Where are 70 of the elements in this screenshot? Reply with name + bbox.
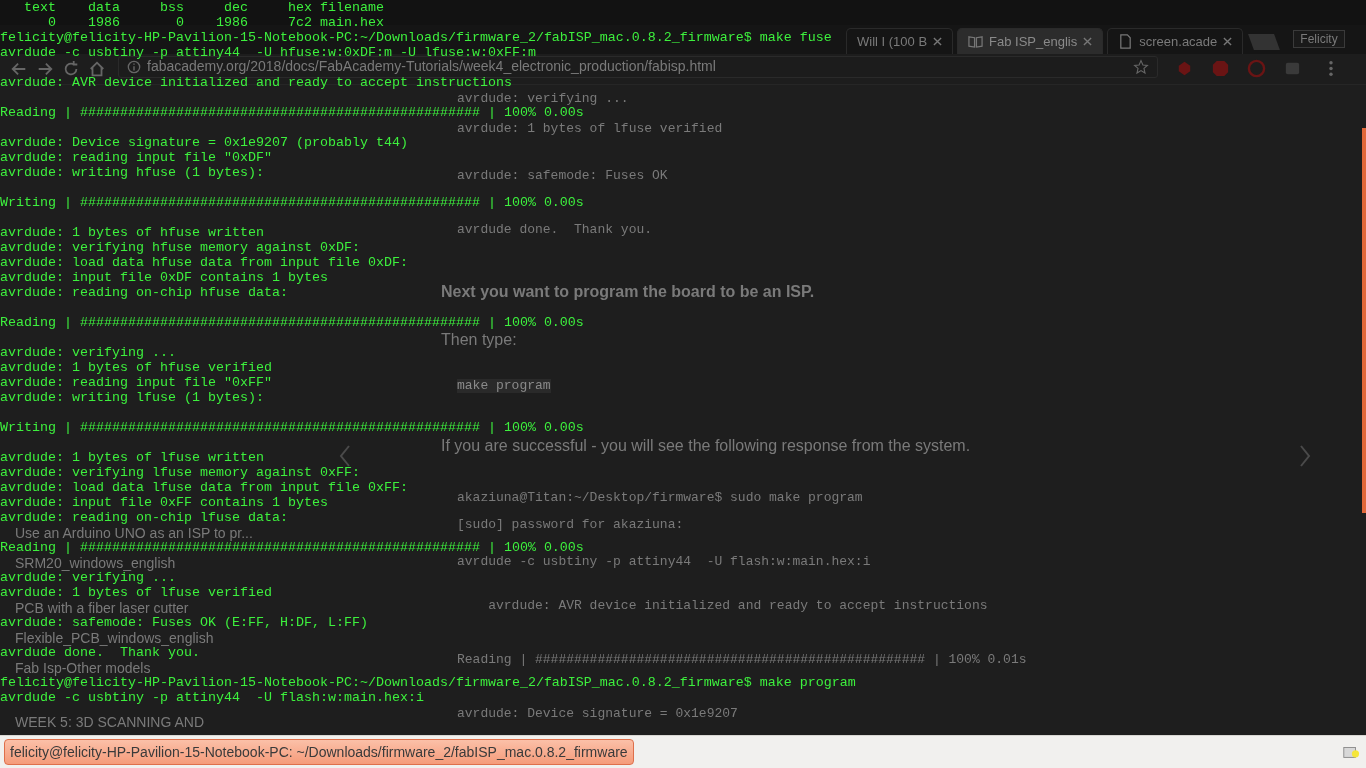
taskbar-window-button[interactable]: felicity@felicity-HP-Pavilion-15-Notebook-PC: ~/Downloads/firmware_2/fabISP_mac.0.8.2_firmware [4, 739, 634, 765]
terminal-line: Writing | ################################################## | 100% 0.00s [0, 420, 584, 435]
terminal-line: avrdude: reading on-chip hfuse data: [0, 285, 288, 300]
terminal-line: avrdude done. Thank you. [0, 645, 200, 660]
terminal-line: avrdude: verifying ... [0, 345, 176, 360]
paragraph: If you are successful - you will see the following response from the system. [441, 437, 971, 454]
terminal-line: avrdude: reading on-chip lfuse data: [0, 510, 288, 525]
reload-icon[interactable] [62, 59, 80, 78]
code-line: avrdude: verifying ... [457, 91, 629, 106]
code-line: avrdude: 1 bytes of lfuse verified [457, 121, 723, 136]
code-line: Reading | ################################################## | 100% 0.01s [457, 652, 1027, 667]
terminal-line: avrdude: Device signature = 0x1e9207 (probably t44) [0, 135, 408, 150]
terminal-line: felicity@felicity-HP-Pavilion-15-Notebook-PC:~/Downloads/firmware_2/fabISP_mac.0.8.2_firmware$ make fuse [0, 30, 832, 45]
terminal-line: avrdude: reading input file "0xDF" [0, 150, 272, 165]
code-line: avrdude: Device signature = 0x1e9207 [457, 706, 738, 721]
terminal-line: avrdude: safemode: Fuses OK (E:FF, H:DF, L:FF) [0, 615, 368, 630]
chevron-left-icon[interactable] [339, 443, 351, 468]
terminal-line: avrdude: 1 bytes of hfuse written [0, 225, 264, 240]
close-icon[interactable] [1083, 36, 1093, 46]
terminal-line: Reading | ################################################## | 100% 0.00s [0, 315, 584, 330]
terminal-line: avrdude: load data lfuse data from input file 0xFF: [0, 480, 408, 495]
terminal-line: avrdude: 1 bytes of hfuse verified [0, 360, 272, 375]
command-code: make program [457, 378, 551, 393]
terminal-line: avrdude: 1 bytes of lfuse written [0, 450, 264, 465]
browser-tab[interactable]: Fab ISP_englis [957, 27, 1104, 54]
sidebar-link[interactable]: Fab Isp-Other models [15, 660, 151, 676]
browser-tab[interactable]: screen.acade [1107, 27, 1244, 54]
terminal-line: avrdude: input file 0xFF contains 1 bytes [0, 495, 328, 510]
sidebar-link[interactable]: Flexible_PCB_windows_english [15, 630, 214, 646]
terminal-line: Reading | ################################################## | 100% 0.00s [0, 540, 584, 555]
terminal-line: text data bss dec hex filename [23, 0, 384, 15]
terminal-line: avrdude: writing lfuse (1 bytes): [0, 390, 264, 405]
terminal-line: avrdude: verifying lfuse memory against 0xFF: [0, 465, 360, 480]
book-icon [968, 33, 984, 49]
terminal-line: avrdude: AVR device initialized and ready to accept instructions [0, 75, 512, 90]
sidebar-link[interactable]: PCB with a fiber laser cutter [15, 600, 189, 616]
code-line: avrdude done. Thank you. [457, 222, 653, 237]
home-icon[interactable] [88, 59, 106, 78]
star-icon[interactable] [1133, 58, 1149, 75]
terminal-line: avrdude -c usbtiny -p attiny44 -U flash:w:main.hex:i [0, 690, 424, 705]
terminal-line: Reading | ################################################## | 100% 0.00s [0, 105, 584, 120]
section-heading: Next you want to program the board to be an ISP. [441, 282, 815, 301]
chevron-right-icon[interactable] [1299, 443, 1311, 468]
sidebar-link[interactable]: SRM20_windows_english [15, 555, 176, 571]
terminal-line: avrdude: 1 bytes of lfuse verified [0, 585, 272, 600]
terminal-line: avrdude: reading input file "0xFF" [0, 375, 272, 390]
info-icon[interactable] [127, 59, 141, 74]
code-line: avrdude -c usbtiny -p attiny44 -U flash:w:main.hex:i [457, 554, 871, 569]
terminal-line: avrdude: verifying hfuse memory against 0xDF: [0, 240, 360, 255]
sidebar-link[interactable]: WEEK 5: 3D SCANNING AND [15, 714, 205, 730]
terminal-line: 0 1986 0 1986 7c2 main.hex [47, 15, 384, 30]
scrollbar-thumb[interactable] [1362, 127, 1366, 513]
browser-tab[interactable]: Will I (100 B [846, 27, 954, 54]
close-icon[interactable] [1223, 36, 1233, 46]
document-icon [1118, 33, 1134, 49]
terminal-line: avrdude: writing hfuse (1 bytes): [0, 165, 264, 180]
terminal-line: felicity@felicity-HP-Pavilion-15-Notebook-PC:~/Downloads/firmware_2/fabISP_mac.0.8.2_firmware$ make program [0, 675, 856, 690]
code-line: [sudo] password for akaziuna: [457, 517, 684, 532]
terminal-line: avrdude: verifying ... [0, 570, 176, 585]
close-icon[interactable] [933, 36, 943, 46]
terminal-line: avrdude: load data hfuse data from input file 0xDF: [0, 255, 408, 270]
terminal-line: avrdude: input file 0xDF contains 1 bytes [0, 270, 328, 285]
code-line: akaziuna@Titan:~/Desktop/firmware$ sudo make program [457, 490, 863, 505]
paragraph: Then type: [441, 331, 517, 348]
profile-button[interactable]: Felicity [1293, 29, 1345, 48]
code-line: avrdude: AVR device initialized and ready to accept instructions [487, 598, 988, 613]
menu-icon[interactable] [1328, 59, 1334, 79]
code-line: avrdude: safemode: Fuses OK [457, 168, 668, 183]
terminal-line: Writing | ################################################## | 100% 0.00s [0, 195, 584, 210]
sidebar-link[interactable]: Use an Arduino UNO as an ISP to pr... [15, 525, 253, 541]
